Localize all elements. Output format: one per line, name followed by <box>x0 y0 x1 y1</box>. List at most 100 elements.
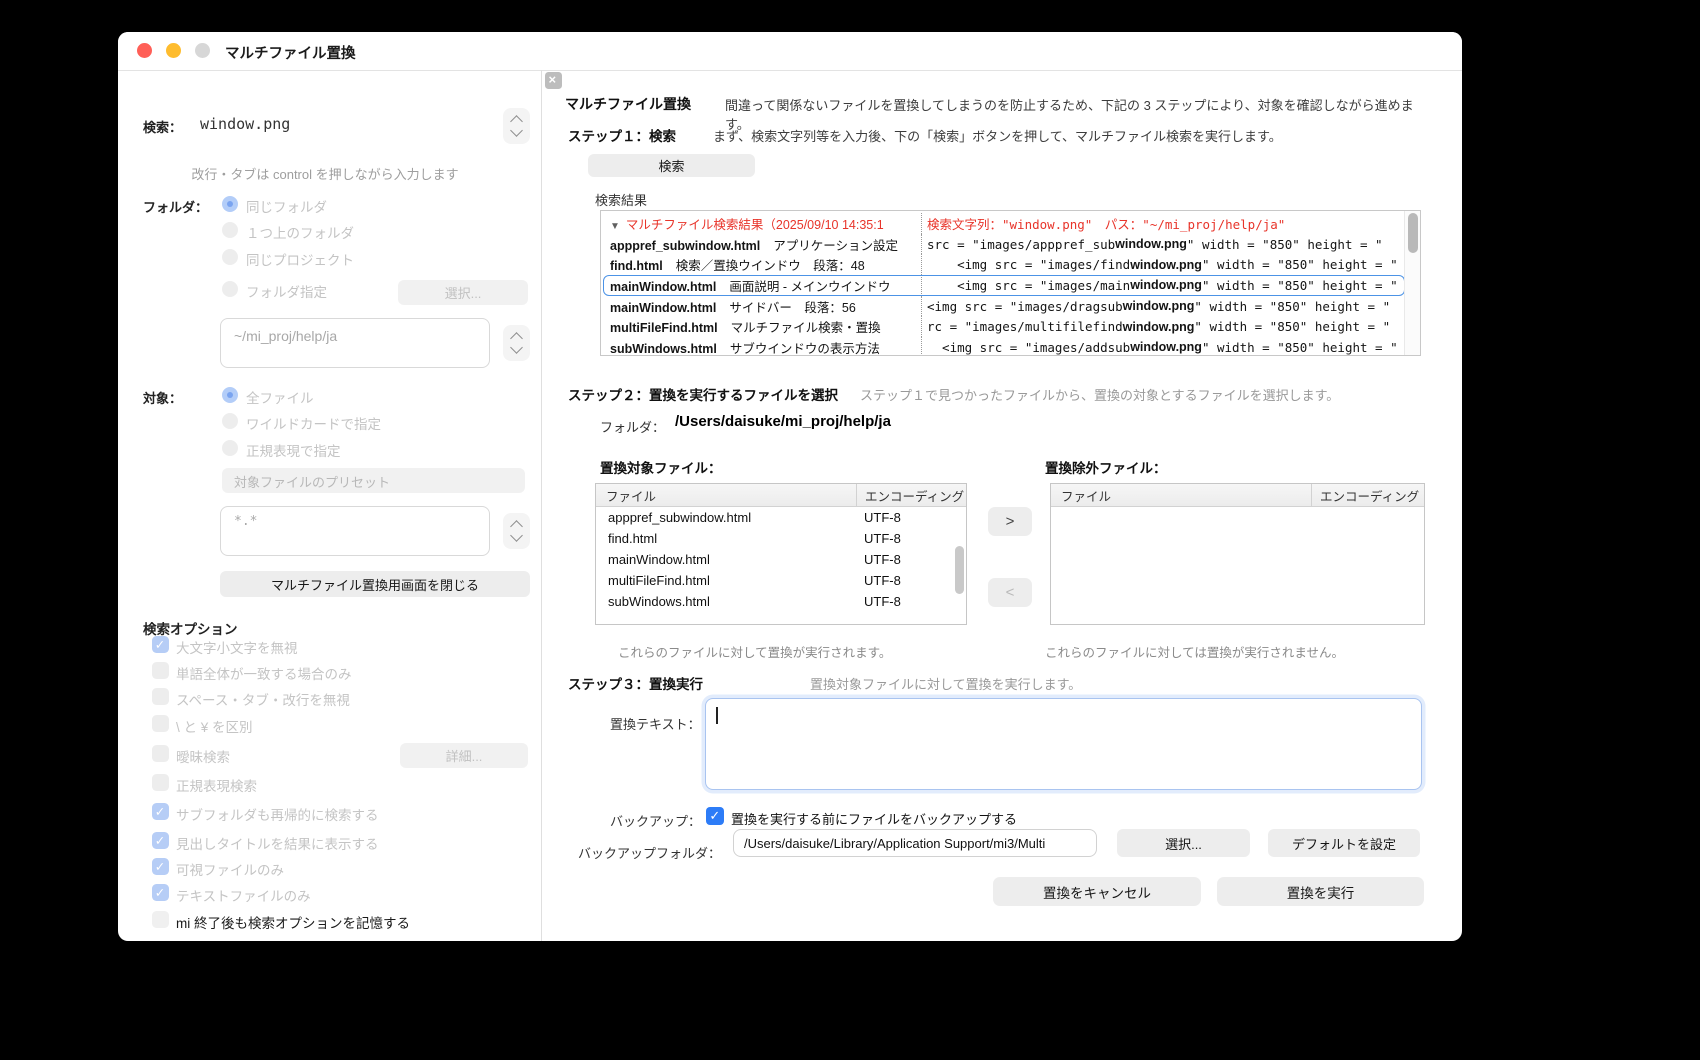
close-icon: × <box>549 72 557 87</box>
disclosure-triangle-icon[interactable]: ▼ <box>610 221 620 232</box>
results-header-row[interactable]: ▼ マルチファイル検索結果（2025/09/10 14:35:1 検索文字列："w… <box>601 213 1405 234</box>
checkbox-remember-options[interactable] <box>152 911 169 928</box>
window-title: マルチファイル置換 <box>225 42 356 63</box>
radio-regex-files[interactable] <box>222 440 238 456</box>
title-bar: マルチファイル置換 <box>118 32 1462 71</box>
encoding-column-header[interactable]: エンコーディング <box>856 484 966 506</box>
checkbox-backup[interactable] <box>706 807 724 825</box>
minimize-window-button[interactable] <box>166 43 181 58</box>
backup-label: バックアップ： <box>610 811 701 830</box>
backup-folder-field[interactable]: /Users/daisuke/Library/Application Suppo… <box>733 829 1097 857</box>
replace-text-label: 置換テキスト： <box>610 714 701 733</box>
folder-select-button[interactable]: 選択... <box>398 280 528 305</box>
close-panel-button[interactable]: × <box>545 72 562 89</box>
checkbox-text-files-only[interactable] <box>152 884 169 901</box>
results-header-right: 検索文字列："window.png" パス："~/mi_proj/help/ja… <box>921 213 1405 234</box>
step3-title: ステップ３：置換実行 <box>568 673 703 693</box>
folder-label: フォルダ： <box>143 197 208 216</box>
radio-same-project[interactable] <box>222 249 238 265</box>
results-header-left: マルチファイル検索結果（2025/09/10 14:35:1 <box>626 218 884 232</box>
search-execute-button[interactable]: 検索 <box>588 154 755 177</box>
result-row[interactable]: apppref_subwindow.htmlアプリケーション設定 src = "… <box>601 234 1405 255</box>
search-label: 検索： <box>143 117 182 136</box>
target-label: 対象： <box>143 388 182 407</box>
checkbox-ignore-whitespace-label: スペース・タブ・改行を無視 <box>176 689 350 709</box>
result-row[interactable]: subWindows.htmlサブウインドウの表示方法 <img src = "… <box>601 337 1405 356</box>
move-to-include-button[interactable]: < <box>988 578 1032 607</box>
checkbox-recursive-subfolders[interactable] <box>152 803 169 820</box>
multi-file-replace-window: マルチファイル置換 検索： window.png 改行・タブは control … <box>118 32 1462 941</box>
radio-wildcard[interactable] <box>222 413 238 429</box>
checkbox-show-heading-titles[interactable] <box>152 832 169 849</box>
search-history-stepper[interactable] <box>503 108 530 144</box>
radio-parent-folder-label: １つ上のフォルダ <box>246 222 354 242</box>
checkbox-distinguish-backslash[interactable] <box>152 715 169 732</box>
exclude-files-label: 置換除外ファイル： <box>1045 457 1167 477</box>
include-file-row[interactable]: mainWindow.htmlUTF-8 <box>596 549 966 570</box>
encoding-column-header[interactable]: エンコーディング <box>1311 484 1424 506</box>
checkbox-ignore-whitespace[interactable] <box>152 688 169 705</box>
include-files-table[interactable]: ファイル エンコーディング apppref_subwindow.htmlUTF-… <box>595 483 967 625</box>
step2-folder-value: /Users/daisuke/mi_proj/help/ja <box>675 413 891 430</box>
radio-same-project-label: 同じプロジェクト <box>246 249 354 269</box>
folder-path-value: ~/mi_proj/help/ja <box>221 319 489 344</box>
result-row[interactable]: mainWindow.htmlサイドバー 段落：56 <img src = "i… <box>601 296 1405 317</box>
set-default-button[interactable]: デフォルトを設定 <box>1268 829 1420 857</box>
fuzzy-detail-button[interactable]: 詳細... <box>400 743 528 768</box>
checkbox-recursive-subfolders-label: サブフォルダも再帰的に検索する <box>176 804 379 824</box>
step2-description: ステップ１で見つかったファイルから、置換の対象とするファイルを選択します。 <box>860 385 1339 404</box>
file-column-header[interactable]: ファイル <box>1051 486 1311 505</box>
backup-folder-select-button[interactable]: 選択... <box>1117 829 1250 857</box>
radio-all-files[interactable] <box>222 387 238 403</box>
cancel-replace-button[interactable]: 置換をキャンセル <box>993 877 1201 906</box>
target-preset-dropdown[interactable]: 対象ファイルのプリセット <box>222 468 525 493</box>
search-results-table[interactable]: ▼ マルチファイル検索結果（2025/09/10 14:35:1 検索文字列："w… <box>600 210 1421 356</box>
checkbox-regex-search[interactable] <box>152 774 169 791</box>
checkbox-visible-files-only-label: 可視ファイルのみ <box>176 859 284 879</box>
include-files-label: 置換対象ファイル： <box>600 457 722 477</box>
folder-path-stepper[interactable] <box>503 325 530 361</box>
checkbox-regex-search-label: 正規表現検索 <box>176 775 257 795</box>
radio-parent-folder[interactable] <box>222 222 238 238</box>
checkbox-ignore-case[interactable] <box>152 636 169 653</box>
radio-specify-folder-label: フォルダ指定 <box>246 281 327 301</box>
backup-folder-label: バックアップフォルダ： <box>578 843 721 862</box>
radio-specify-folder[interactable] <box>222 281 238 297</box>
checkbox-text-files-only-label: テキストファイルのみ <box>176 885 311 905</box>
chevron-down-icon <box>510 529 523 542</box>
wildcard-field[interactable]: *.* <box>220 506 490 556</box>
file-column-header[interactable]: ファイル <box>596 486 856 505</box>
scrollbar-thumb[interactable] <box>955 546 964 594</box>
scrollbar-thumb[interactable] <box>1408 213 1418 253</box>
include-file-row[interactable]: multiFileFind.htmlUTF-8 <box>596 570 966 591</box>
results-scrollbar[interactable] <box>1404 211 1420 355</box>
folder-path-field[interactable]: ~/mi_proj/help/ja <box>220 318 490 368</box>
checkbox-visible-files-only[interactable] <box>152 858 169 875</box>
include-file-row[interactable]: apppref_subwindow.htmlUTF-8 <box>596 507 966 528</box>
wildcard-stepper[interactable] <box>503 513 530 549</box>
step3-description: 置換対象ファイルに対して置換を実行します。 <box>810 674 1081 693</box>
result-row[interactable]: find.html検索／置換ウインドウ 段落：48 <img src = "im… <box>601 254 1405 275</box>
result-row-selected[interactable]: mainWindow.html画面説明 - メインウインドウ <img src … <box>601 275 1405 296</box>
checkbox-fuzzy-search[interactable] <box>152 745 169 762</box>
zoom-window-button <box>195 43 210 58</box>
radio-same-folder[interactable] <box>222 196 238 212</box>
include-table-header[interactable]: ファイル エンコーディング <box>596 484 966 507</box>
close-window-button[interactable] <box>137 43 152 58</box>
include-file-row[interactable]: subWindows.htmlUTF-8 <box>596 591 966 612</box>
chevron-down-icon <box>510 124 523 137</box>
move-to-exclude-button[interactable]: > <box>988 507 1032 536</box>
checkbox-whole-word[interactable] <box>152 662 169 679</box>
exclude-files-table[interactable]: ファイル エンコーディング <box>1050 483 1425 625</box>
close-replace-screen-button[interactable]: マルチファイル置換用画面を閉じる <box>220 571 530 597</box>
search-input[interactable]: window.png <box>200 115 290 133</box>
execute-replace-button[interactable]: 置換を実行 <box>1217 877 1424 906</box>
include-file-row[interactable]: find.htmlUTF-8 <box>596 528 966 549</box>
radio-same-folder-label: 同じフォルダ <box>246 196 327 216</box>
replace-text-area[interactable] <box>705 698 1422 790</box>
include-caption: これらのファイルに対して置換が実行されます。 <box>618 642 891 661</box>
wildcard-value: *.* <box>221 507 489 529</box>
result-row[interactable]: multiFileFind.htmlマルチファイル検索・置換 rc = "ima… <box>601 316 1405 337</box>
checkbox-backup-label: 置換を実行する前にファイルをバックアップする <box>731 809 1017 828</box>
exclude-table-header[interactable]: ファイル エンコーディング <box>1051 484 1424 507</box>
